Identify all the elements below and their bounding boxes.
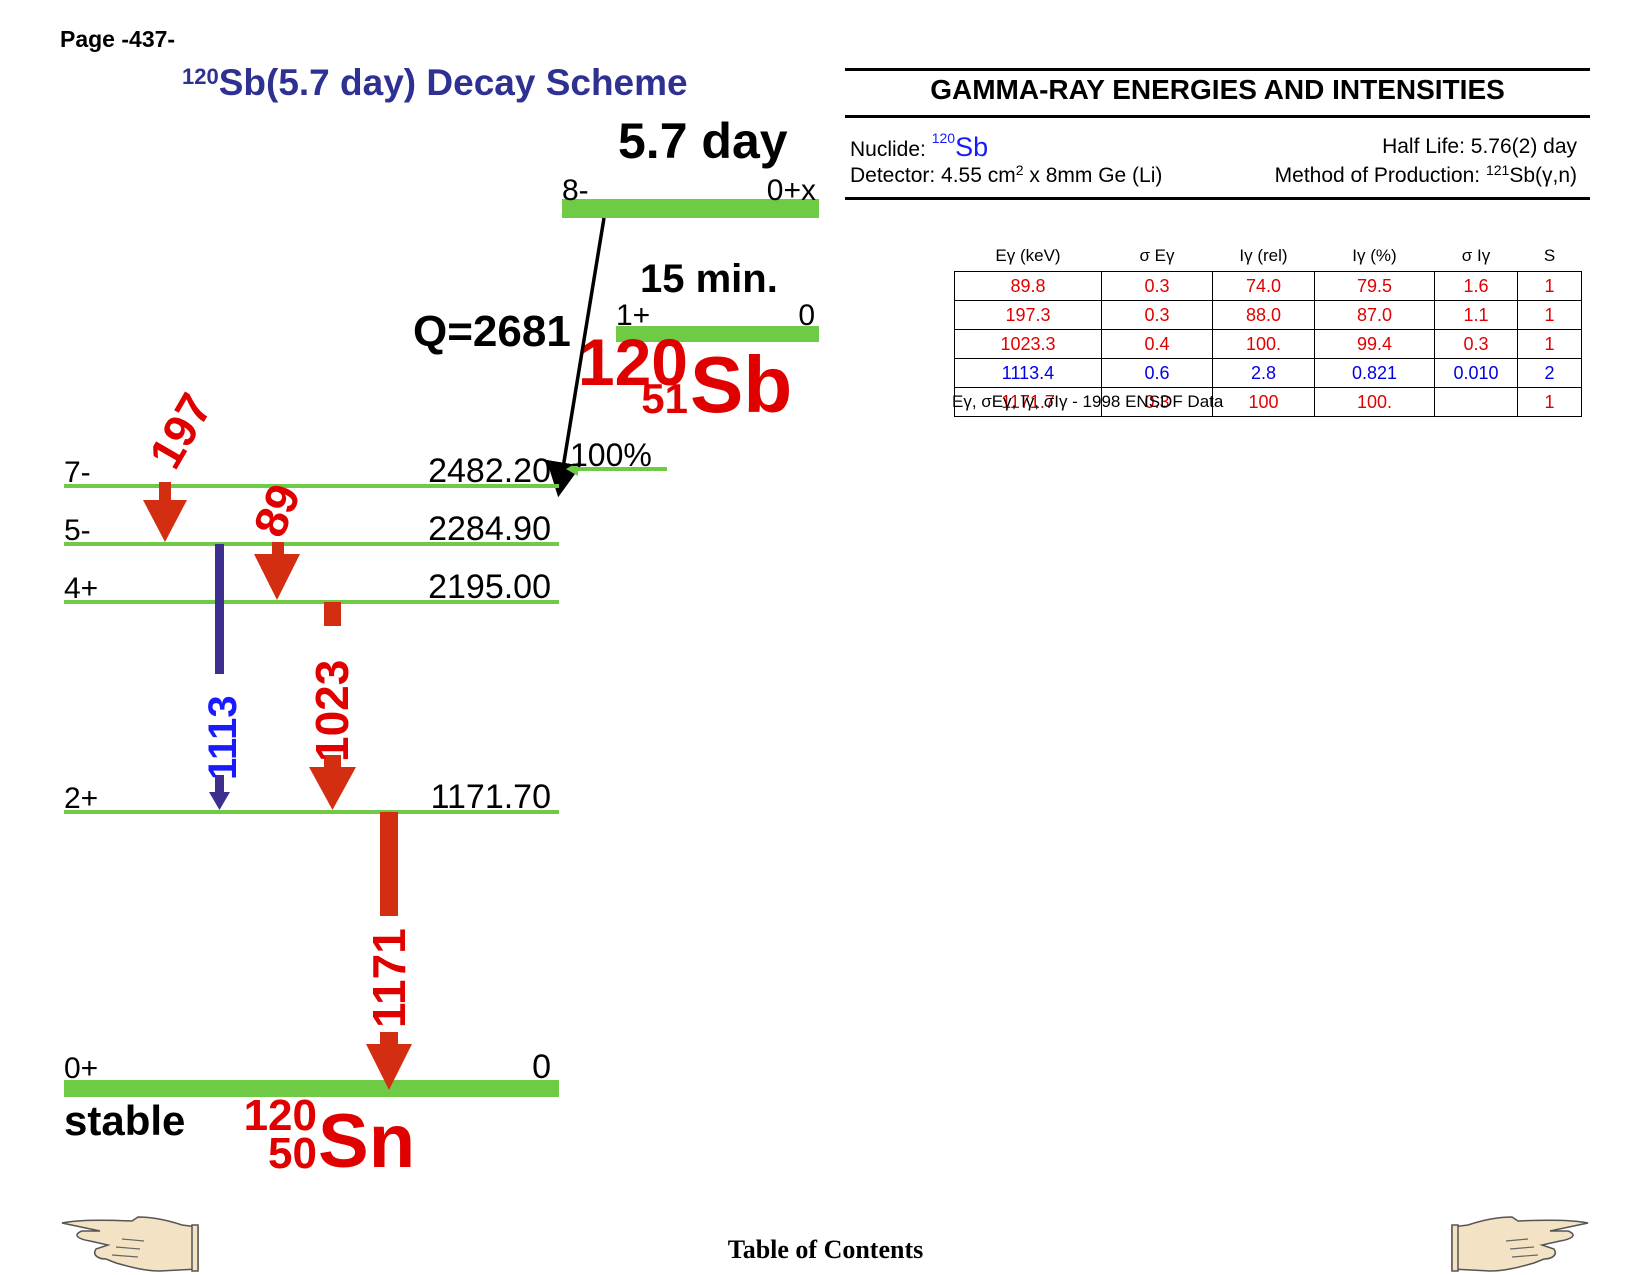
parent-halflife: 5.7 day — [618, 113, 788, 169]
production-sup: 121 — [1485, 162, 1510, 178]
table-cell: 1 — [1517, 271, 1582, 301]
daughter-element: Sn — [318, 1099, 415, 1184]
transition-1023-label: 1023 — [306, 660, 358, 762]
table-top-rule — [845, 68, 1590, 71]
table-cell: 1 — [1517, 329, 1582, 359]
transition-89-head — [254, 554, 300, 600]
table-cell: 88.0 — [1212, 300, 1315, 330]
table-cell: 74.0 — [1212, 271, 1315, 301]
transition-1171-shaft-lower — [380, 1032, 398, 1046]
q-value: Q=2681 — [413, 307, 571, 356]
table-cell: 0.3 — [1434, 329, 1518, 359]
nuclide-mass: 120 — [931, 130, 956, 146]
level-energy: 1171.70 — [431, 778, 551, 816]
table-cell: 0.821 — [1314, 358, 1435, 388]
table-cell: 99.4 — [1314, 329, 1435, 359]
transition-1113-label: 1113 — [201, 695, 245, 780]
table-row: 197.3 0.3 88.0 87.0 1.1 1 — [954, 300, 1582, 330]
table-of-contents-link[interactable]: Table of Contents — [0, 1235, 1651, 1265]
table-cell: 0.6 — [1101, 358, 1213, 388]
parent-energy: 0+x — [767, 174, 816, 207]
nuclide-element: Sb — [955, 132, 989, 162]
table-cell: 100. — [1212, 329, 1315, 359]
table-cell: 89.8 — [954, 271, 1102, 301]
table-cell: 1.6 — [1434, 271, 1518, 301]
level-spin: 5- — [64, 514, 91, 547]
gamma-table: Eγ (keV) σ Eγ Iγ (rel) Iγ (%) σ Iγ S 89.… — [954, 241, 1582, 417]
parent-element: Sb — [690, 340, 792, 429]
nuclide-label: Nuclide: — [850, 138, 932, 161]
stable-label: stable — [64, 1097, 185, 1144]
table-cell: 1023.3 — [954, 329, 1102, 359]
parent-atomic-number: 51 — [641, 375, 688, 422]
detector-text: Detector: 4.55 cm — [850, 164, 1016, 187]
level-spin: 4+ — [64, 572, 98, 605]
col-header-energy-unc: σ Eγ — [1139, 246, 1175, 265]
level-spin: 2+ — [64, 782, 98, 815]
table-cell — [1434, 387, 1518, 417]
table-cell: 1.1 — [1434, 300, 1518, 330]
level-energy: 2284.90 — [428, 510, 551, 548]
table-title: GAMMA-RAY ENERGIES AND INTENSITIES — [930, 74, 1505, 105]
table-cell: 0.3 — [1101, 271, 1213, 301]
isomer-halflife: 15 min. — [640, 257, 778, 301]
transition-197-head — [143, 500, 187, 542]
table-header-row: Eγ (keV) σ Eγ Iγ (rel) Iγ (%) σ Iγ S — [955, 241, 1582, 272]
detector-text-post: x 8mm Ge (Li) — [1023, 164, 1163, 187]
half-life-info: Half Life: 5.76(2) day — [1382, 135, 1577, 158]
table-title-rule — [845, 115, 1590, 118]
transition-1171-shaft — [380, 812, 398, 916]
transition-1113-head — [209, 792, 230, 810]
transition-197-shaft — [159, 482, 171, 502]
table-cell: 1 — [1517, 300, 1582, 330]
transition-1023-head — [309, 767, 356, 810]
col-header-energy: Eγ (keV) — [995, 246, 1061, 265]
next-page-hand-icon[interactable] — [1450, 1215, 1590, 1275]
parent-spin: 8- — [562, 174, 589, 207]
transition-1171-label: 1171 — [363, 928, 415, 1028]
transition-1023-shaft — [324, 602, 341, 626]
col-header-intensity-unc: σ Iγ — [1461, 246, 1491, 265]
production-text-post: Sb(γ,n) — [1509, 164, 1577, 187]
table-cell: 1 — [1517, 387, 1582, 417]
table-info-rule — [845, 197, 1590, 200]
table-row: 1113.4 0.6 2.8 0.821 0.010 2 — [954, 358, 1582, 388]
table-cell: 87.0 — [1314, 300, 1435, 330]
table-row: 89.8 0.3 74.0 79.5 1.6 1 — [954, 271, 1582, 301]
nuclide-value: 120Sb — [932, 130, 988, 162]
isomer-energy: 0 — [798, 299, 815, 332]
table-row: 1023.3 0.4 100. 99.4 0.3 1 — [954, 329, 1582, 359]
level-energy: 2482.20 — [428, 452, 551, 490]
level-energy: 2195.00 — [428, 568, 551, 606]
branch-percent: 100% — [570, 437, 652, 473]
table-cell: 100. — [1314, 387, 1435, 417]
col-header-s: S — [1543, 246, 1556, 265]
detector-info: Detector: 4.55 cm2 x 8mm Ge (Li) — [850, 162, 1163, 188]
table-cell: 2.8 — [1212, 358, 1315, 388]
level-energy: 0 — [532, 1048, 551, 1086]
table-cell: 2 — [1517, 358, 1582, 388]
table-cell: 197.3 — [954, 300, 1102, 330]
level-spin: 0+ — [64, 1052, 98, 1085]
col-header-intensity-pct: Iγ (%) — [1352, 246, 1397, 265]
table-cell: 79.5 — [1314, 271, 1435, 301]
table-cell: 0.4 — [1101, 329, 1213, 359]
production-text: Method of Production: — [1274, 164, 1486, 187]
transition-197-label: 197 — [139, 385, 222, 477]
level-spin: 7- — [64, 456, 91, 489]
table-cell: 100 — [1212, 387, 1315, 417]
transition-89-shaft — [272, 542, 284, 556]
detector-sup: 2 — [1015, 162, 1024, 178]
col-header-intensity-rel: Iγ (rel) — [1239, 246, 1288, 265]
nuclide-info: Nuclide: 120Sb — [850, 130, 988, 163]
transition-1113-shaft — [215, 544, 224, 674]
daughter-atomic-number: 50 — [268, 1129, 317, 1178]
table-cell: 0.010 — [1434, 358, 1518, 388]
decay-scheme-diagram: 5.7 day 8- 0+x 15 min. 1+ 0 120 51 Sb Q=… — [64, 113, 819, 1184]
table-footnote: Eγ, σEγ, Iγ, σIγ - 1998 ENSDF Data — [952, 392, 1224, 411]
table-cell: 1113.4 — [954, 358, 1102, 388]
table-cell: 0.3 — [1101, 300, 1213, 330]
production-info: Method of Production: 121Sb(γ,n) — [1274, 162, 1577, 188]
